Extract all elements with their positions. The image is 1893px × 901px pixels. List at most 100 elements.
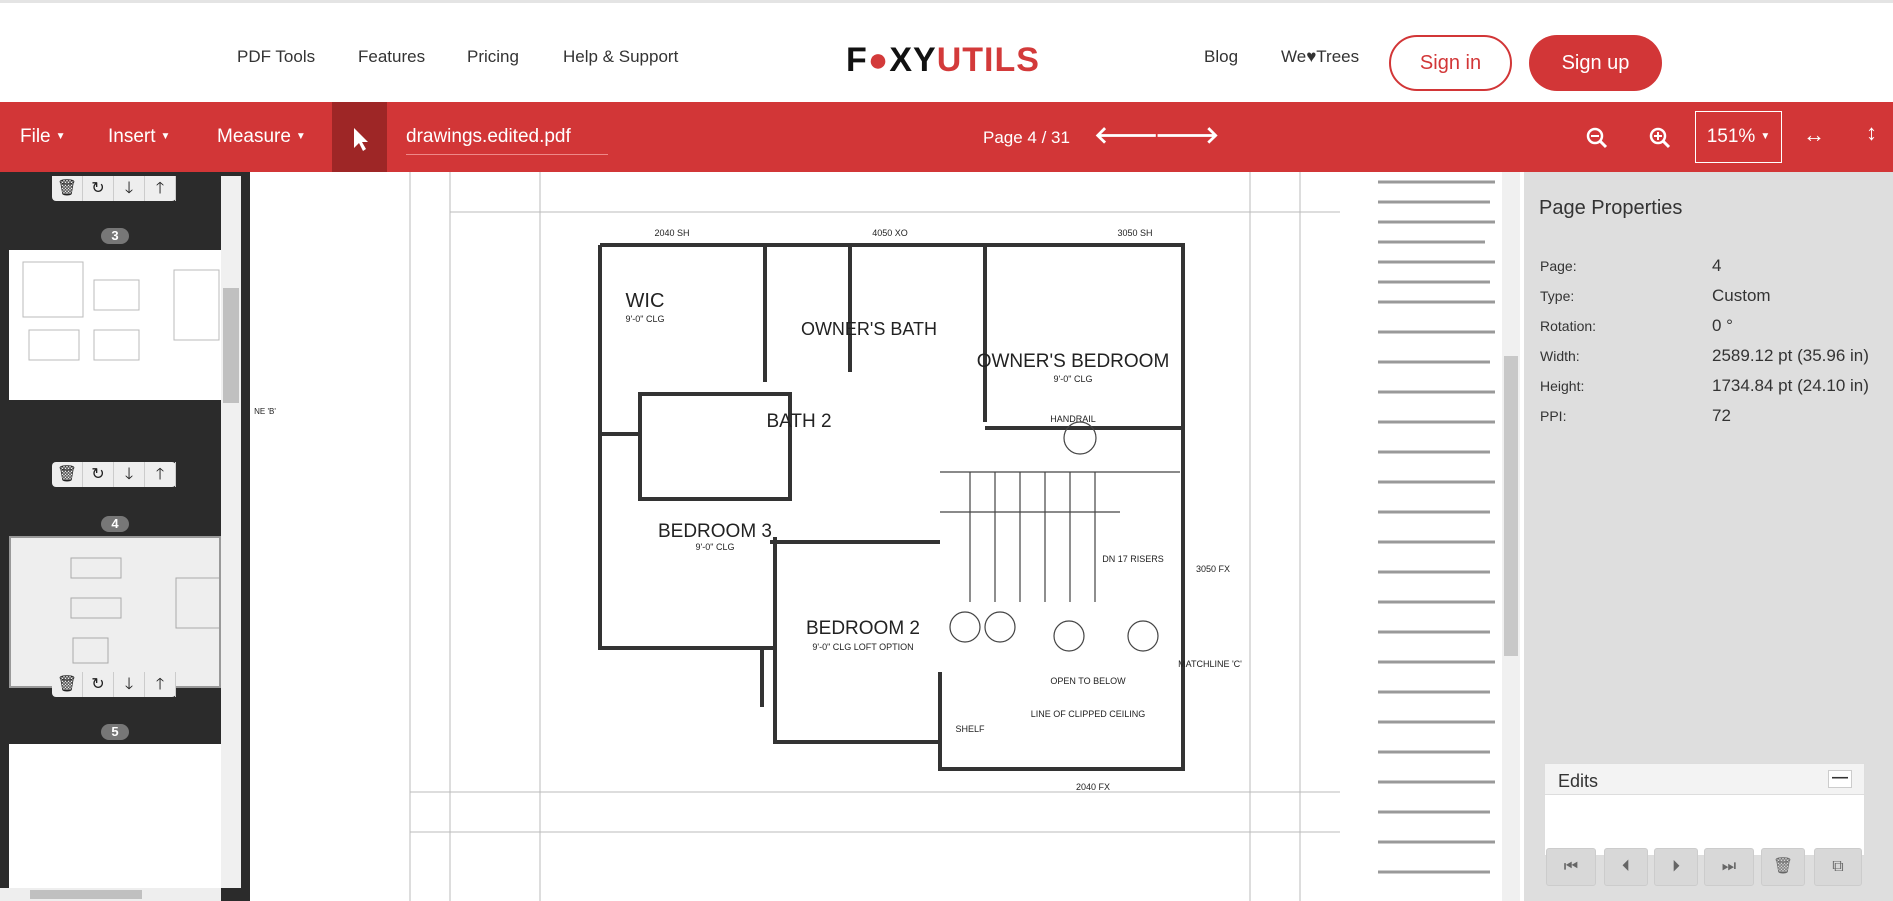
measure-label: Measure [217,126,291,147]
rotate-icon[interactable]: ↻ [83,672,114,697]
move-down-icon[interactable]: 🡓 [114,672,145,697]
prop-value: 0 ° [1712,316,1733,335]
prop-value: 1734.84 pt (24.10 in) [1712,376,1869,395]
caret-down-icon: ▼ [160,131,171,143]
sign-in-button[interactable]: Sign in [1389,35,1512,91]
move-down-icon[interactable]: 🡓 [114,462,145,487]
prop-value: Custom [1712,286,1771,305]
room-label: BATH 2 [766,411,831,432]
logo[interactable]: F●XYUTILS [846,41,1040,80]
nav-we-love-trees[interactable]: We♥Trees [1281,47,1359,67]
ceiling-note: 9'-0" CLG [1054,374,1093,384]
fit-height-icon[interactable]: ↕ [1866,120,1877,146]
edits-panel: Edits — [1544,763,1865,856]
file-menu[interactable]: File ▼ [20,126,66,148]
prop-value: 4 [1712,256,1722,275]
filename-field[interactable]: drawings.edited.pdf [406,126,608,155]
edits-header: Edits [1545,764,1864,795]
pointer-icon [354,128,368,151]
page-number-badge: 3 [101,228,129,244]
editor-toolbar: File ▼ Insert ▼ Measure ▼ drawings.edited.p… [0,102,1893,172]
thumbnail-scrollbar[interactable] [221,176,241,888]
delete-icon[interactable]: 🗑 [52,176,83,201]
room-label: WIC [626,290,665,312]
page-controls: 🗑 ↻ 🡓 🡑 [52,462,176,487]
viewer-scrollbar-thumb[interactable] [1504,356,1518,656]
prop-value: 2589.12 pt (35.96 in) [1712,346,1869,365]
fit-width-icon[interactable]: ↔ [1803,122,1825,148]
drawing-note: 2040 SH [654,228,689,238]
nav-features[interactable]: Features [358,47,425,67]
move-up-icon[interactable]: 🡑 [145,462,176,487]
thumbnail-drawing [22,261,220,361]
room-label: BEDROOM 2 [806,618,920,639]
prop-value: 72 [1712,406,1731,425]
zoom-select[interactable]: 151% ▼ [1695,111,1782,163]
pdf-viewer[interactable]: WIC OWNER'S BATH OWNER'S BEDROOM BATH 2 … [250,172,1524,901]
page-thumbnail-5[interactable] [9,744,221,894]
caret-down-icon: ▼ [1760,131,1771,142]
collapse-button[interactable]: — [1828,770,1852,788]
nav-pricing[interactable]: Pricing [467,47,519,67]
page-properties-panel: Page Properties Page: 4 Type: Custom Rotat… [1524,172,1893,901]
page-thumbnail-4-selected[interactable] [9,536,221,688]
nav-help-support[interactable]: Help & Support [563,47,678,67]
duplicate-edit-button[interactable]: ⧉ [1814,848,1862,886]
prop-label: Width: [1540,348,1580,364]
move-up-icon[interactable]: 🡑 [145,176,176,201]
next-edit-button[interactable]: ⏵ [1654,848,1698,886]
drawing-note: 2040 FX [1076,782,1110,792]
next-page-arrow-icon[interactable]: 🡒 [1155,120,1219,150]
site-header: PDF Tools Features Pricing Help & Suppor… [0,0,1893,102]
caret-down-icon: ▼ [55,131,66,143]
insert-menu[interactable]: Insert ▼ [108,126,170,148]
drawing-note: NE 'B' [254,407,276,416]
scrollbar-thumb[interactable] [223,288,239,403]
zoom-value: 151% [1706,126,1756,148]
select-tool-button[interactable] [332,102,387,172]
page-indicator: Page 4 / 31 [983,128,1070,147]
drawing-note: OPEN TO BELOW [1050,676,1126,686]
prop-label: Height: [1540,378,1585,394]
drawing-note: SHELF [955,724,985,734]
delete-icon[interactable]: 🗑 [52,462,83,487]
thumbnail-drawing [70,557,219,664]
delete-edit-button[interactable]: 🗑 [1761,848,1805,886]
notes-column [1378,180,1495,874]
first-edit-button[interactable]: ⏮ [1546,848,1596,886]
move-down-icon[interactable]: 🡓 [114,176,145,201]
move-up-icon[interactable]: 🡑 [145,672,176,697]
nav-blog[interactable]: Blog [1204,47,1238,67]
zoom-in-icon[interactable] [1649,127,1671,149]
measure-menu[interactable]: Measure ▼ [217,126,306,148]
edits-title: Edits [1558,771,1599,791]
rotate-icon[interactable]: ↻ [83,462,114,487]
delete-icon[interactable]: 🗑 [52,672,83,697]
panel-title: Page Properties [1539,197,1683,219]
ceiling-note: 9'-0" CLG [696,542,735,552]
drawing-note: HANDRAIL [1050,414,1096,424]
room-label: OWNER'S BATH [801,319,937,339]
prev-edit-button[interactable]: ⏴ [1604,848,1648,886]
drawing-note: MATCHLINE 'C' [1178,659,1242,669]
insert-label: Insert [108,126,156,147]
drawing-note: LINE OF CLIPPED CEILING [1031,709,1146,719]
prop-label: Type: [1540,288,1575,304]
page-number-badge: 5 [101,724,129,740]
page-thumbnails-sidebar: 🗑 ↻ 🡓 🡑 3 🗑 ↻ 🡓 🡑 4 🗑 ↻ 🡓 🡑 5 [0,172,250,901]
page-number-badge: 4 [101,516,129,532]
room-label: OWNER'S BEDROOM [977,351,1170,372]
drawing-note: 3050 SH [1117,228,1152,238]
page-thumbnail-3[interactable] [9,250,221,400]
last-edit-button[interactable]: ⏭ [1704,848,1754,886]
ceiling-note: 9'-0" CLG LOFT OPTION [812,642,913,652]
sign-up-button[interactable]: Sign up [1529,35,1662,91]
prev-page-arrow-icon[interactable]: 🡐 [1094,120,1158,150]
zoom-out-icon[interactable] [1586,127,1608,149]
drawing-note: 4050 XO [872,228,908,238]
nav-pdf-tools[interactable]: PDF Tools [237,47,315,67]
horizontal-scrollbar[interactable] [0,888,221,901]
file-label: File [20,126,51,147]
drawing-note: 3050 FX [1196,564,1230,574]
rotate-icon[interactable]: ↻ [83,176,114,201]
